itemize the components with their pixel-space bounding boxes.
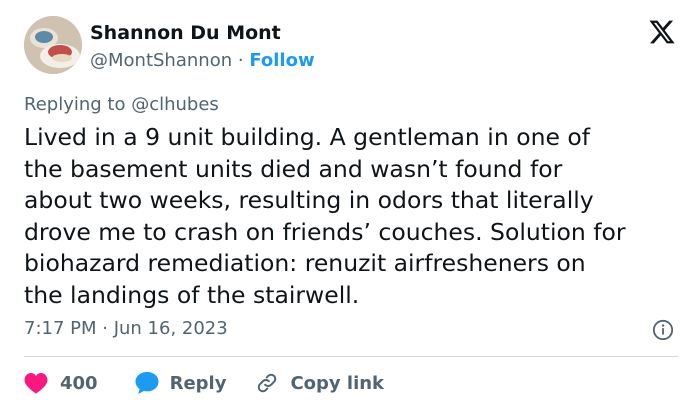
reply-label: Reply [169, 372, 227, 394]
replying-mention[interactable]: @clhubes [131, 94, 219, 115]
tweet-text: Lived in a 9 unit building. A gentleman … [24, 123, 626, 309]
separator-dot: · [237, 50, 244, 71]
like-count: 400 [60, 372, 98, 394]
divider [24, 356, 678, 357]
x-logo-icon[interactable] [648, 18, 676, 46]
reply-bubble-icon [135, 372, 159, 394]
tweet-timestamp[interactable]: 7:17 PM · Jun 16, 2023 [24, 316, 228, 342]
action-bar: 400 Reply Copy link [24, 368, 384, 398]
copy-link-label: Copy link [290, 372, 385, 394]
author-handle[interactable]: @MontShannon [90, 50, 232, 71]
avatar[interactable] [24, 16, 82, 74]
author-display-name[interactable]: Shannon Du Mont [90, 20, 315, 46]
replying-to: Replying to @clhubes [24, 92, 219, 118]
follow-button[interactable]: Follow [249, 50, 314, 71]
link-icon [258, 373, 277, 393]
info-icon[interactable] [652, 319, 674, 341]
reply-button[interactable]: Reply [134, 371, 227, 395]
like-button[interactable]: 400 [24, 372, 98, 394]
author-handle-row: @MontShannon · Follow [90, 48, 315, 74]
heart-icon [24, 373, 48, 394]
author-info: Shannon Du Mont @MontShannon · Follow [90, 20, 315, 74]
replying-prefix: Replying to [24, 94, 126, 115]
copy-link-button[interactable]: Copy link [256, 372, 384, 394]
